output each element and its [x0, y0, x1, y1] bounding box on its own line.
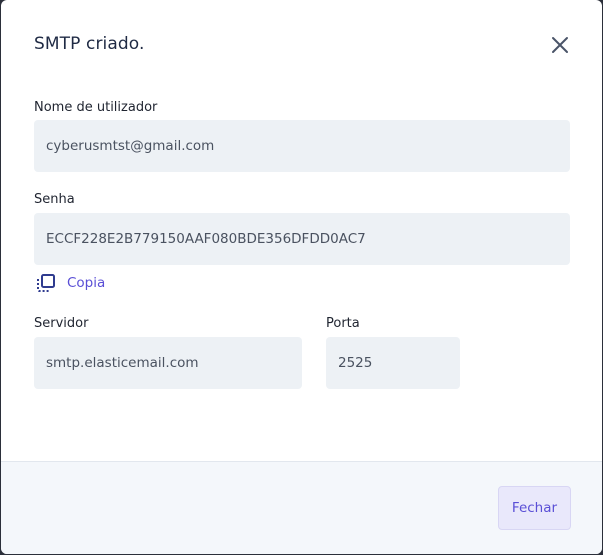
username-label: Nome de utilizador	[34, 100, 158, 115]
copy-icon	[37, 274, 55, 292]
username-field[interactable]: cyberusmtst@gmail.com	[34, 120, 570, 172]
close-button[interactable]: Fechar	[498, 486, 571, 530]
close-dialog-button[interactable]	[548, 33, 572, 57]
port-field[interactable]: 2525	[326, 337, 460, 389]
password-field[interactable]: ECCF228E2B779150AAF080BDE356DFDD0AC7	[34, 213, 570, 265]
password-value: ECCF228E2B779150AAF080BDE356DFDD0AC7	[46, 231, 366, 247]
dialog-title: SMTP criado.	[34, 34, 145, 54]
copy-button[interactable]: Copia	[36, 273, 105, 293]
close-button-label: Fechar	[511, 500, 558, 516]
port-label: Porta	[326, 316, 360, 331]
server-field[interactable]: smtp.elasticemail.com	[34, 337, 302, 389]
close-icon	[552, 37, 568, 53]
smtp-created-dialog: SMTP criado. Nome de utilizador cyberusm…	[1, 0, 602, 554]
port-value: 2525	[338, 355, 373, 371]
copy-label: Copia	[67, 275, 106, 291]
server-label: Servidor	[34, 316, 89, 331]
password-label: Senha	[34, 192, 75, 207]
username-value: cyberusmtst@gmail.com	[46, 138, 215, 154]
dialog-header: SMTP criado.	[1, 0, 602, 90]
server-value: smtp.elasticemail.com	[46, 355, 199, 371]
